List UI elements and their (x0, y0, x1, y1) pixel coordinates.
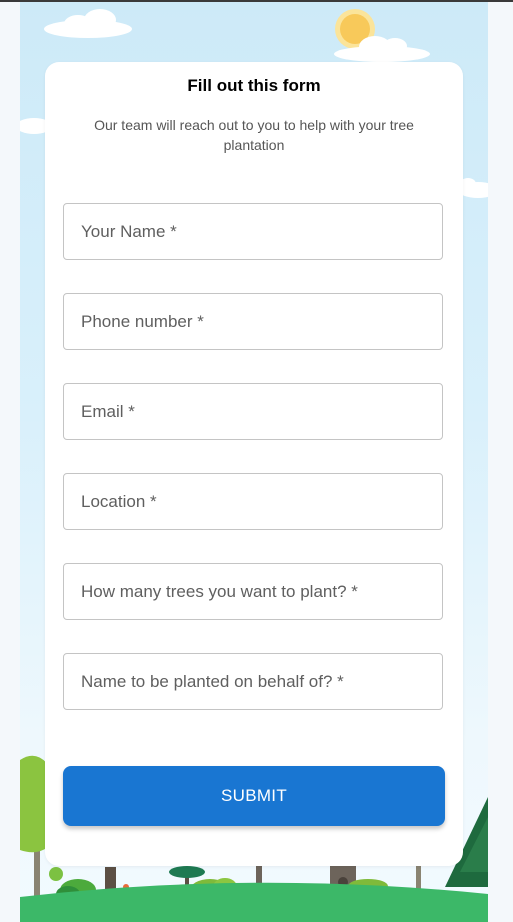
location-field-container (63, 473, 443, 530)
name-field-container (63, 203, 443, 260)
form-subtitle: Our team will reach out to you to help w… (94, 117, 414, 153)
form-card: Fill out this form Our team will reach o… (45, 62, 463, 866)
cloud-icon (44, 9, 132, 38)
location-input[interactable] (64, 474, 442, 529)
email-field-container (63, 383, 443, 440)
trees-count-input[interactable] (64, 564, 442, 619)
dedication-name-input[interactable] (64, 654, 442, 709)
phone-input[interactable] (64, 294, 442, 349)
name-input[interactable] (64, 204, 442, 259)
trees-count-field-container (63, 563, 443, 620)
email-input[interactable] (64, 384, 442, 439)
form-title: Fill out this form (187, 76, 321, 95)
dedication-name-field-container (63, 653, 443, 710)
submit-button[interactable]: SUBMIT (63, 766, 445, 826)
phone-field-container (63, 293, 443, 350)
